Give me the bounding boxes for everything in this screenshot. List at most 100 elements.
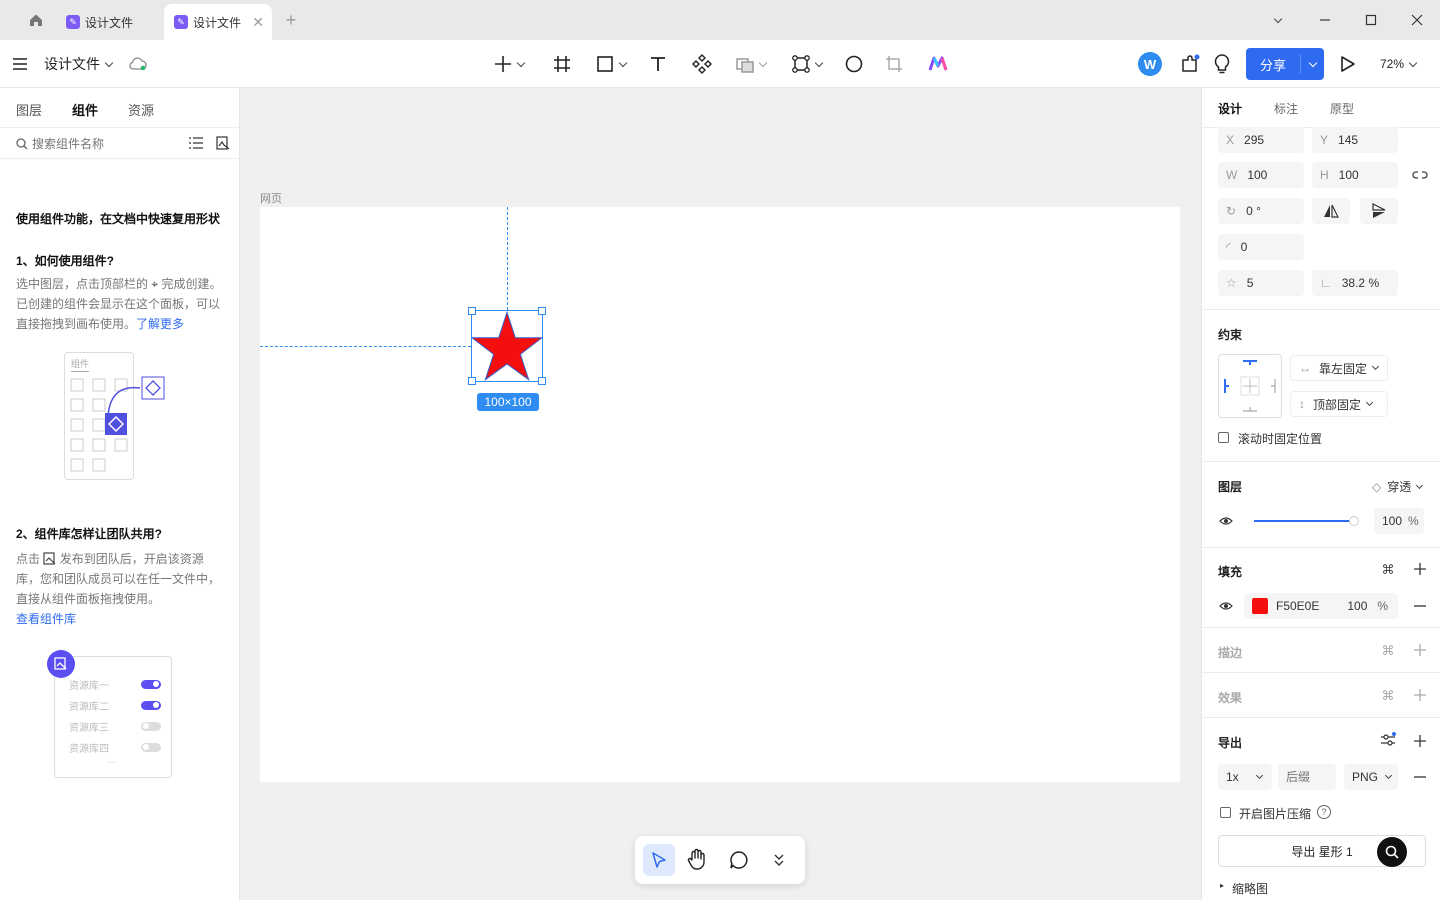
selected-star-shape[interactable] <box>468 307 546 385</box>
add-tool-button[interactable] <box>492 52 526 76</box>
w-value: 100 <box>1247 168 1268 182</box>
list-view-icon[interactable] <box>189 137 203 152</box>
height-field[interactable]: H 100 <box>1312 162 1398 188</box>
y-position-field[interactable]: Y 145 <box>1312 127 1398 153</box>
avatar[interactable]: W <box>1138 52 1162 76</box>
search-fab-icon[interactable] <box>1377 837 1407 867</box>
tab-design-file-2[interactable]: ✎ 设计文件 ✕ <box>164 4 272 40</box>
zoom-dropdown[interactable]: 72% <box>1380 52 1418 76</box>
component-tool-icon[interactable] <box>692 52 712 76</box>
ellipse-tool-icon[interactable] <box>844 52 864 76</box>
home-icon[interactable] <box>24 8 48 32</box>
export-suffix-input[interactable] <box>1278 764 1336 790</box>
effects-styles-icon[interactable]: ⌘ <box>1380 688 1396 704</box>
remove-fill-icon[interactable] <box>1412 598 1428 614</box>
lightbulb-icon[interactable] <box>1212 52 1232 76</box>
remove-export-icon[interactable] <box>1412 769 1428 785</box>
learn-more-link[interactable]: 了解更多 <box>136 317 184 331</box>
more-tools-icon[interactable] <box>773 853 785 870</box>
boolean-tool-button[interactable] <box>732 52 770 76</box>
stroke-styles-icon[interactable]: ⌘ <box>1380 643 1396 659</box>
frame-tool-icon[interactable] <box>552 52 572 76</box>
x-position-field[interactable]: X 295 <box>1218 127 1304 153</box>
thumbnail-expand-icon[interactable]: ▸ <box>1220 881 1224 890</box>
hand-tool-icon[interactable] <box>687 848 707 873</box>
tab-layers[interactable]: 图层 <box>16 100 42 119</box>
menu-icon[interactable] <box>10 52 30 76</box>
move-tool-icon[interactable] <box>643 844 675 876</box>
tab-list-chevron-icon[interactable] <box>1266 8 1290 32</box>
tab-design[interactable]: 设计 <box>1218 100 1242 117</box>
flip-vertical-button[interactable] <box>1360 198 1398 224</box>
play-prototype-icon[interactable] <box>1338 52 1358 76</box>
share-button[interactable]: 分享 <box>1246 48 1300 80</box>
search-icon <box>16 138 28 153</box>
corner-radius-field[interactable]: ◜ 0 <box>1218 234 1304 260</box>
web-frame[interactable] <box>260 207 1180 782</box>
add-fill-icon[interactable] <box>1412 561 1428 577</box>
file-title-dropdown[interactable]: 设计文件 <box>44 52 114 76</box>
tab-prototype[interactable]: 原型 <box>1330 100 1354 117</box>
export-scale-dropdown[interactable]: 1x <box>1218 764 1272 790</box>
resize-handle-top-right[interactable] <box>538 307 546 315</box>
resize-handle-top-left[interactable] <box>468 307 476 315</box>
add-stroke-icon[interactable] <box>1412 642 1428 658</box>
rotation-field[interactable]: ↻ 0 ° <box>1218 198 1304 224</box>
flip-horizontal-button[interactable] <box>1312 198 1350 224</box>
layer-opacity-field[interactable]: 100% <box>1374 508 1424 534</box>
constrain-proportions-icon[interactable] <box>1412 167 1428 183</box>
horizontal-constraint-dropdown[interactable]: ↔ 靠左固定 <box>1290 355 1388 381</box>
tab-design-file-1[interactable]: ✎ 设计文件 <box>56 4 160 40</box>
frame-label[interactable]: 网页 <box>260 190 282 206</box>
blend-mode-dropdown[interactable]: ◇ 穿透 <box>1372 478 1424 495</box>
tab-annotation[interactable]: 标注 <box>1274 100 1298 117</box>
star-points-field[interactable]: ☆ 5 <box>1218 270 1304 296</box>
percent-sign: % <box>1377 599 1389 613</box>
star-ratio-field[interactable]: ∟ 38.2 % <box>1312 270 1398 296</box>
library-icon[interactable] <box>216 136 230 153</box>
plugins-icon[interactable] <box>1179 52 1201 76</box>
eye-icon[interactable] <box>1218 513 1234 529</box>
crop-tool-icon[interactable] <box>884 52 904 76</box>
star-shape[interactable] <box>472 311 542 381</box>
scroll-fixed-checkbox[interactable] <box>1218 432 1229 443</box>
compress-image-checkbox[interactable] <box>1220 807 1231 818</box>
help-icon[interactable]: ? <box>1317 805 1331 819</box>
comment-tool-icon[interactable] <box>729 850 749 873</box>
cloud-sync-icon[interactable] <box>127 52 149 76</box>
opacity-slider[interactable] <box>1254 516 1359 526</box>
close-tab-icon[interactable]: ✕ <box>252 14 264 31</box>
rotation-value: 0 ° <box>1246 204 1261 218</box>
width-field[interactable]: W 100 <box>1218 162 1304 188</box>
opacity-slider-handle[interactable] <box>1349 516 1359 526</box>
fill-color-field[interactable]: F50E0E 100 % <box>1244 593 1398 619</box>
search-input[interactable] <box>32 135 172 153</box>
maximize-icon[interactable] <box>1359 8 1383 32</box>
scroll-fixed-label: 滚动时固定位置 <box>1238 432 1323 446</box>
add-effect-icon[interactable] <box>1412 687 1428 703</box>
vertical-constraint-dropdown[interactable]: ↕ 顶部固定 <box>1290 391 1388 417</box>
resize-handle-bottom-left[interactable] <box>468 377 476 385</box>
close-window-icon[interactable] <box>1405 8 1429 32</box>
ai-plugin-icon[interactable] <box>928 52 948 76</box>
thumbnail-label[interactable]: 缩略图 <box>1232 880 1268 897</box>
resize-handle-bottom-right[interactable] <box>538 377 546 385</box>
add-export-icon[interactable] <box>1412 733 1428 749</box>
fill-eye-icon[interactable] <box>1218 598 1234 614</box>
tab-components[interactable]: 组件 <box>72 100 98 119</box>
fill-styles-icon[interactable]: ⌘ <box>1380 562 1396 578</box>
new-tab-icon[interactable]: + <box>279 8 303 32</box>
constraint-widget[interactable] <box>1218 354 1282 418</box>
text-tool-icon[interactable] <box>648 52 668 76</box>
canvas[interactable]: 网页 100×100 <box>241 88 1200 900</box>
export-settings-icon[interactable] <box>1380 732 1396 748</box>
tab-assets[interactable]: 资源 <box>128 100 154 119</box>
vector-tool-button[interactable] <box>788 52 826 76</box>
share-options-button[interactable] <box>1301 48 1324 80</box>
export-format-dropdown[interactable]: PNG <box>1344 764 1398 790</box>
minimize-icon[interactable] <box>1313 8 1337 32</box>
view-library-link[interactable]: 查看组件库 <box>16 609 226 629</box>
fill-color-swatch[interactable] <box>1252 598 1268 614</box>
library-row: 资源库二 <box>69 698 161 713</box>
rectangle-tool-button[interactable] <box>592 52 630 76</box>
